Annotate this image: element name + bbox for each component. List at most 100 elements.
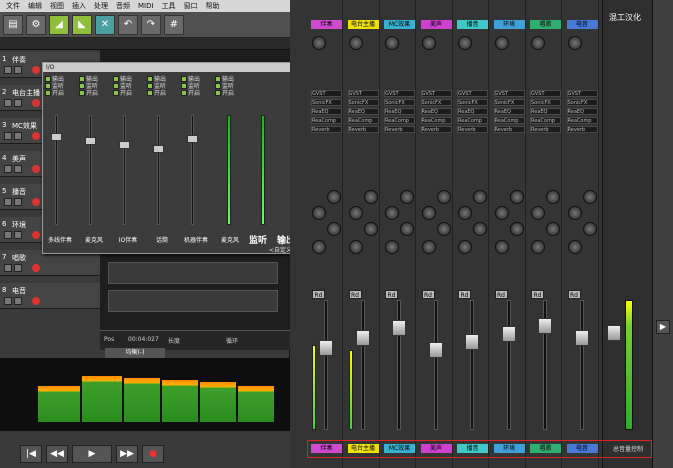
fx-slot[interactable]: Reverb	[493, 126, 525, 133]
fx-slot[interactable]: ReaComp	[384, 117, 415, 124]
fx-slot[interactable]: ReaComp	[493, 117, 525, 124]
redo-icon[interactable]: ↷	[141, 14, 161, 35]
envelope-icon[interactable]: ◢	[49, 14, 69, 35]
pan-knob[interactable]	[546, 222, 560, 236]
pan-knob[interactable]	[458, 206, 472, 220]
fx-slot[interactable]: ReaComp	[420, 117, 452, 124]
pan-knob[interactable]	[473, 222, 487, 236]
enable-checkbox[interactable]: 开启	[79, 89, 107, 97]
pan-knob[interactable]	[531, 206, 545, 220]
fx-slot[interactable]: GVST	[311, 90, 342, 97]
pan-knob[interactable]	[400, 190, 414, 204]
go-to-start-button[interactable]: |◀	[20, 445, 42, 463]
pan-knob[interactable]	[582, 190, 597, 204]
rewind-button[interactable]: ◀◀	[46, 445, 68, 463]
pan-knob[interactable]	[312, 240, 326, 254]
pan-knob[interactable]	[363, 190, 378, 204]
menu-help[interactable]: 帮助	[204, 1, 222, 11]
pan-knob[interactable]	[458, 36, 472, 50]
mute-button[interactable]	[4, 132, 12, 140]
fx-slot[interactable]: Reverb	[347, 126, 379, 133]
fx-slot[interactable]: Reverb	[566, 126, 598, 133]
solo-button[interactable]	[14, 198, 22, 206]
fx-slot[interactable]: Reverb	[311, 126, 342, 133]
record-arm-button[interactable]	[32, 99, 40, 107]
fx-slot[interactable]: GVST	[566, 90, 598, 97]
solo-button[interactable]	[14, 66, 22, 74]
fx-slot[interactable]: SonicFX	[493, 99, 525, 106]
channel-fader[interactable]	[187, 135, 198, 143]
mute-button[interactable]	[4, 264, 12, 272]
record-arm-button[interactable]	[32, 132, 40, 140]
pan-knob[interactable]	[494, 36, 509, 50]
fx-slot[interactable]: SonicFX	[420, 99, 452, 106]
pan-knob[interactable]	[582, 222, 597, 236]
record-arm-button[interactable]	[32, 297, 40, 305]
solo-button[interactable]	[14, 231, 22, 239]
fx-slot[interactable]: ReaEQ	[457, 108, 488, 115]
pan-knob[interactable]	[363, 222, 378, 236]
enable-checkbox[interactable]: 开启	[45, 89, 73, 97]
close-icon[interactable]: ✕	[95, 14, 115, 35]
grid-icon[interactable]: #	[164, 14, 184, 35]
strip-name-bottom[interactable]: 播音	[457, 444, 488, 453]
route-button[interactable]: Rd	[531, 290, 544, 299]
pan-knob[interactable]	[421, 36, 436, 50]
volume-fader[interactable]	[574, 330, 589, 346]
channel-fader[interactable]	[153, 145, 164, 153]
solo-button[interactable]	[14, 132, 22, 140]
pan-knob[interactable]	[567, 206, 582, 220]
volume-fader[interactable]	[465, 334, 479, 350]
pan-knob[interactable]	[348, 240, 363, 254]
enable-checkbox[interactable]: 开启	[181, 89, 209, 97]
volume-fader[interactable]	[538, 318, 552, 334]
route-button[interactable]: Rd	[421, 290, 435, 299]
fx-slot[interactable]: GVST	[457, 90, 488, 97]
channel-fader[interactable]	[119, 141, 130, 149]
fx-slot[interactable]: SonicFX	[384, 99, 415, 106]
pan-knob[interactable]	[385, 36, 399, 50]
play-icon[interactable]: ▶	[656, 320, 670, 334]
strip-name-bottom[interactable]: 电台主播	[347, 444, 379, 453]
pan-knob[interactable]	[494, 240, 509, 254]
menu-view[interactable]: 视图	[48, 1, 66, 11]
strip-name-bottom[interactable]: 伴奏	[311, 444, 342, 453]
route-button[interactable]: Rd	[312, 290, 325, 299]
fx-slot[interactable]: GVST	[420, 90, 452, 97]
pan-knob[interactable]	[531, 240, 545, 254]
pan-knob[interactable]	[327, 190, 341, 204]
strip-name[interactable]: 电台主播	[347, 20, 379, 29]
pan-knob[interactable]	[348, 36, 363, 50]
pan-knob[interactable]	[348, 206, 363, 220]
strip-name-bottom[interactable]: MC效果	[384, 444, 415, 453]
play-button[interactable]: ▶	[72, 445, 112, 463]
strip-name-bottom[interactable]: 电音	[566, 444, 598, 453]
track-name[interactable]: 环境	[12, 220, 26, 230]
fx-slot[interactable]: ReaEQ	[530, 108, 561, 115]
solo-button[interactable]	[14, 99, 22, 107]
fx-slot[interactable]: ReaEQ	[493, 108, 525, 115]
strip-name-bottom[interactable]: 环境	[493, 444, 525, 453]
pan-knob[interactable]	[473, 190, 487, 204]
strip-name[interactable]: 美声	[420, 20, 452, 29]
strip-name[interactable]: 播音	[457, 20, 488, 29]
fx-slot[interactable]: Reverb	[530, 126, 561, 133]
fx-slot[interactable]: ReaEQ	[311, 108, 342, 115]
record-arm-button[interactable]	[32, 264, 40, 272]
volume-fader[interactable]	[355, 330, 370, 346]
strip-name[interactable]: 唱歌	[530, 20, 561, 29]
strip-name-bottom[interactable]: 唱歌	[530, 444, 561, 453]
forward-button[interactable]: ▶▶	[116, 445, 138, 463]
enable-checkbox[interactable]: 开启	[147, 89, 175, 97]
media-item[interactable]	[108, 290, 278, 312]
track-name[interactable]: 电音	[12, 286, 26, 296]
fx-slot[interactable]: GVST	[493, 90, 525, 97]
solo-button[interactable]	[14, 297, 22, 305]
pan-knob[interactable]	[400, 222, 414, 236]
enable-checkbox[interactable]: 开启	[215, 89, 243, 97]
mute-button[interactable]	[4, 99, 12, 107]
route-button[interactable]: Rd	[494, 290, 508, 299]
menu-edit[interactable]: 编辑	[26, 1, 44, 11]
channel-fader[interactable]	[51, 133, 62, 141]
pan-knob[interactable]	[327, 222, 341, 236]
